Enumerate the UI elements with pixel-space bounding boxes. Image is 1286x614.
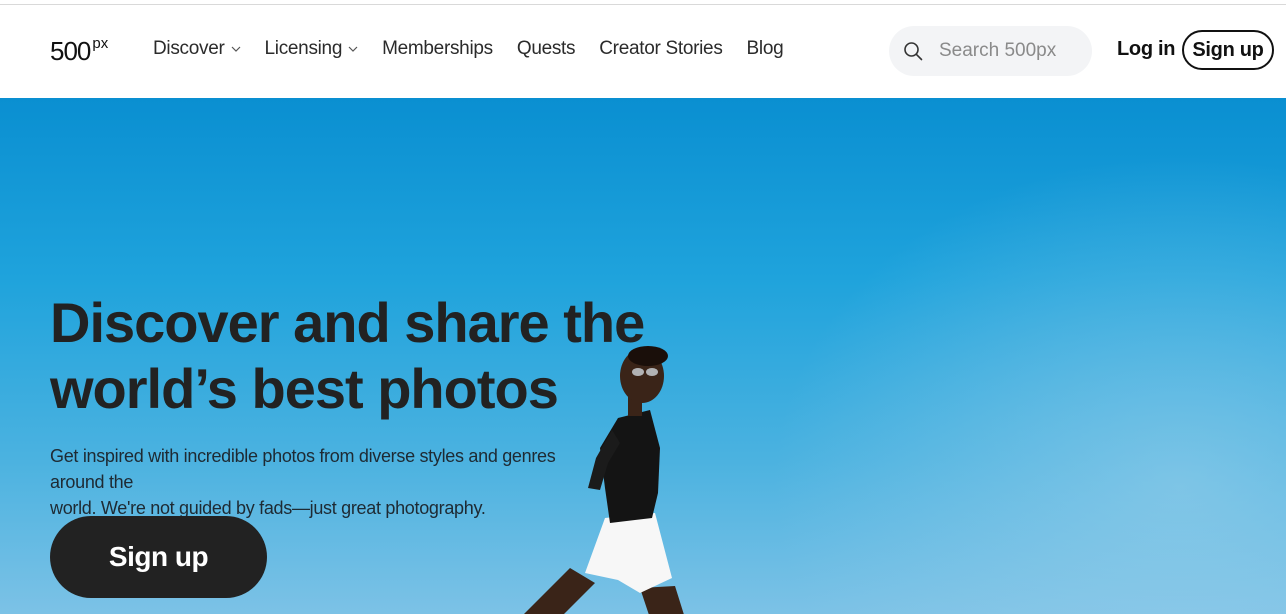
header-signup-button[interactable]: Sign up — [1182, 30, 1274, 70]
search-input[interactable] — [937, 39, 1091, 63]
chevron-down-icon — [231, 46, 240, 52]
nav-creator-stories[interactable]: Creator Stories — [599, 38, 723, 60]
nav-memberships-label: Memberships — [382, 38, 493, 59]
hero-title-line1: Discover and share the — [50, 291, 645, 354]
hero-title: Discover and share the world’s best phot… — [50, 290, 670, 422]
hero-subtitle: Get inspired with incredible photos from… — [50, 443, 610, 521]
main-nav: Discover Licensing Memberships Quests Cr… — [153, 38, 807, 60]
nav-quests-label: Quests — [516, 38, 576, 59]
nav-discover-label: Discover — [153, 38, 225, 59]
nav-discover[interactable]: Discover — [153, 38, 241, 60]
search-icon — [904, 42, 923, 61]
sky-haze — [700, 98, 1286, 614]
hero-subtitle-line1: Get inspired with incredible photos from… — [50, 446, 556, 492]
nav-quests[interactable]: Quests — [516, 38, 576, 60]
nav-licensing[interactable]: Licensing — [265, 38, 359, 60]
logo-500px[interactable]: 500 px — [50, 35, 109, 66]
nav-blog[interactable]: Blog — [747, 38, 784, 60]
site-header: 500 px Discover Licensing Memberships Qu… — [0, 5, 1286, 98]
nav-blog-label: Blog — [746, 38, 784, 59]
hero-subtitle-line2: world. We're not guided by fads—just gre… — [50, 498, 486, 518]
nav-memberships[interactable]: Memberships — [382, 38, 493, 60]
login-link[interactable]: Log in — [1117, 38, 1175, 61]
nav-creator-stories-label: Creator Stories — [599, 38, 723, 59]
hero-title-line2: world’s best photos — [50, 357, 559, 420]
nav-licensing-label: Licensing — [264, 38, 343, 59]
search-box[interactable] — [889, 26, 1092, 76]
hero-section: Discover and share the world’s best phot… — [0, 98, 1286, 614]
logo-number: 500 — [50, 36, 91, 66]
logo-suffix: px — [92, 35, 109, 52]
chevron-down-icon — [348, 46, 358, 52]
hero-signup-button[interactable]: Sign up — [50, 516, 267, 598]
